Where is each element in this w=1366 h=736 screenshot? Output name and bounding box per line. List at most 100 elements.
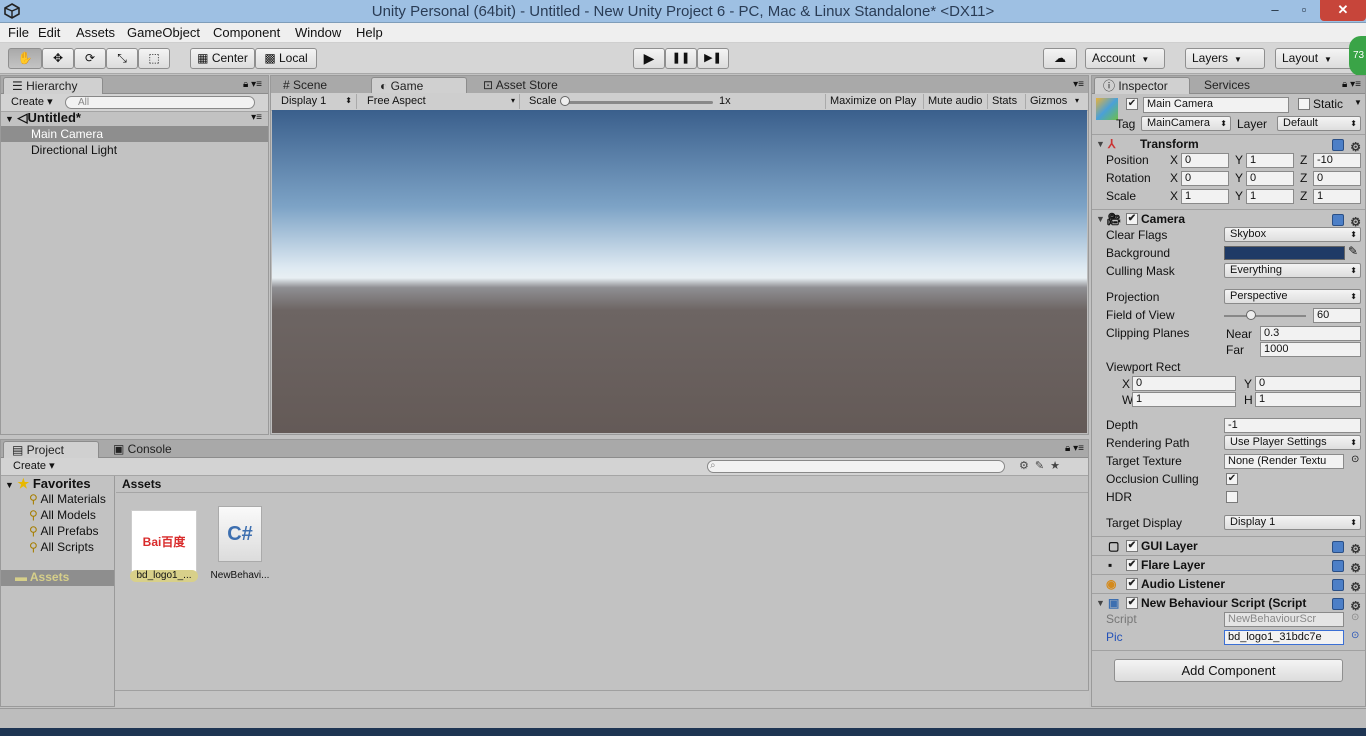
rendering-path-dropdown[interactable]: Use Player Settings <box>1224 435 1361 450</box>
asset-thumbnail-logo[interactable]: Bai百度 <box>131 510 197 574</box>
stats-toggle[interactable]: Stats <box>987 94 1021 109</box>
camera-enabled-checkbox[interactable]: ✔ <box>1126 213 1138 225</box>
scene-menu-icon[interactable]: ▾≡ <box>251 110 262 126</box>
lock-icon[interactable]: 🔒︎ ▾≡ <box>243 79 262 90</box>
far-field[interactable]: 1000 <box>1260 342 1361 357</box>
projection-dropdown[interactable]: Perspective <box>1224 289 1361 304</box>
move-tool-button[interactable]: ✥ <box>42 48 74 69</box>
script-enabled-checkbox[interactable]: ✔ <box>1126 597 1138 609</box>
filter-icons[interactable]: ⚙✎★ <box>1019 459 1066 472</box>
minimize-button[interactable]: – <box>1260 0 1290 21</box>
rotation-z-field[interactable]: 0 <box>1313 171 1361 186</box>
maximize-on-play-toggle[interactable]: Maximize on Play <box>825 94 920 109</box>
viewport-h-field[interactable]: 1 <box>1255 392 1361 407</box>
flare-layer-checkbox[interactable]: ✔ <box>1126 559 1138 571</box>
transform-header[interactable]: ▼ ⅄ Transform ⚙ <box>1092 134 1365 154</box>
hand-tool-button[interactable]: ✋ <box>8 48 42 69</box>
gizmos-dropdown[interactable]: Gizmos ▾ <box>1025 94 1081 109</box>
help-icon[interactable] <box>1332 579 1345 591</box>
tab-services[interactable]: Services <box>1196 77 1266 94</box>
pause-button[interactable]: ❚❚ <box>665 48 697 69</box>
menu-gameobject[interactable]: GameObject <box>127 25 200 40</box>
tab-inspector[interactable]: ⓘ Inspector <box>1094 77 1190 94</box>
static-checkbox[interactable] <box>1298 98 1310 110</box>
csharp-script-icon[interactable]: C# <box>218 506 262 562</box>
tab-scene[interactable]: # Scene <box>275 77 363 94</box>
object-name-field[interactable]: Main Camera <box>1143 97 1289 113</box>
rotate-tool-button[interactable]: ⟳ <box>74 48 106 69</box>
scale-slider[interactable] <box>563 101 713 104</box>
panel-menu-icon[interactable]: ▾≡ <box>1073 79 1084 90</box>
object-picker-icon[interactable]: ⊙ <box>1351 454 1359 465</box>
near-field[interactable]: 0.3 <box>1260 326 1361 341</box>
rotation-x-field[interactable]: 0 <box>1181 171 1229 186</box>
pic-field[interactable]: bd_logo1_31bdc7e <box>1224 630 1344 645</box>
background-color-field[interactable] <box>1224 246 1345 260</box>
fov-slider-thumb[interactable] <box>1246 310 1257 320</box>
eyedropper-icon[interactable]: ✎ <box>1348 244 1358 258</box>
viewport-x-field[interactable]: 0 <box>1132 376 1236 391</box>
aspect-dropdown[interactable]: Free Aspect ▾ <box>363 94 520 109</box>
rotation-y-field[interactable]: 0 <box>1246 171 1294 186</box>
culling-mask-dropdown[interactable]: Everything <box>1224 263 1361 278</box>
hierarchy-item-directional-light[interactable]: Directional Light <box>1 142 268 158</box>
clear-flags-dropdown[interactable]: Skybox <box>1224 227 1361 242</box>
object-picker-icon[interactable]: ⊙ <box>1351 630 1359 641</box>
audio-listener-checkbox[interactable]: ✔ <box>1126 578 1138 590</box>
scene-header[interactable]: ▼ ◁Untitled* ▾≡ <box>1 110 268 126</box>
target-display-dropdown[interactable]: Display 1 <box>1224 515 1361 530</box>
script-component-header[interactable]: ▼ ▣ ✔ New Behaviour Script (Script ⚙ <box>1092 593 1365 617</box>
maximize-button[interactable]: ▫ <box>1290 0 1318 21</box>
scale-x-field[interactable]: 1 <box>1181 189 1229 204</box>
help-icon[interactable] <box>1332 139 1345 151</box>
hierarchy-item-main-camera[interactable]: Main Camera <box>1 126 268 142</box>
scale-slider-thumb[interactable] <box>560 96 570 106</box>
close-button[interactable]: ✕ <box>1320 0 1366 21</box>
position-x-field[interactable]: 0 <box>1181 153 1229 168</box>
tab-asset-store[interactable]: ⊡ Asset Store <box>475 77 585 94</box>
favorites-header[interactable]: ▼ ★ Favorites <box>5 476 91 492</box>
game-viewport[interactable] <box>272 110 1087 433</box>
layout-dropdown[interactable]: Layout ▼ <box>1275 48 1355 69</box>
gui-layer-header[interactable]: ▢ ✔ GUI Layer ⚙ <box>1092 536 1365 556</box>
create-dropdown[interactable]: Create ▾ <box>7 95 57 110</box>
layer-dropdown[interactable]: Default <box>1277 116 1361 131</box>
favorite-all-models[interactable]: ⚲ All Models <box>29 508 96 522</box>
menu-assets[interactable]: Assets <box>76 25 115 40</box>
lock-icon[interactable]: 🔒︎ ▾≡ <box>1342 79 1361 90</box>
menu-file[interactable]: File <box>8 25 29 40</box>
tab-hierarchy[interactable]: ☰ Hierarchy <box>3 77 103 94</box>
occlusion-culling-checkbox[interactable]: ✔ <box>1226 473 1238 485</box>
menu-help[interactable]: Help <box>356 25 383 40</box>
favorite-all-scripts[interactable]: ⚲ All Scripts <box>29 540 94 554</box>
hierarchy-search[interactable]: All <box>65 96 255 109</box>
tab-project[interactable]: ▤ Project <box>3 441 99 458</box>
help-icon[interactable] <box>1332 541 1345 553</box>
pivot-local-button[interactable]: ▩ Local <box>255 48 317 69</box>
assets-breadcrumb[interactable]: Assets <box>116 476 1088 493</box>
favorite-all-prefabs[interactable]: ⚲ All Prefabs <box>29 524 99 538</box>
assets-folder-item[interactable]: ▬ Assets <box>1 570 114 586</box>
create-dropdown[interactable]: Create ▾ <box>9 459 59 474</box>
tag-dropdown[interactable]: MainCamera <box>1141 116 1231 131</box>
audio-listener-header[interactable]: ◉ ✔ Audio Listener ⚙ <box>1092 574 1365 594</box>
menu-component[interactable]: Component <box>213 25 280 40</box>
active-checkbox[interactable]: ✔ <box>1126 98 1138 110</box>
project-search[interactable]: ⌕ <box>707 460 1005 473</box>
tab-game[interactable]: ◐ Game <box>371 77 467 94</box>
help-icon[interactable] <box>1332 214 1345 226</box>
fov-field[interactable]: 60 <box>1313 308 1361 323</box>
scale-y-field[interactable]: 1 <box>1246 189 1294 204</box>
position-y-field[interactable]: 1 <box>1246 153 1294 168</box>
step-button[interactable]: ▶❚ <box>697 48 729 69</box>
help-icon[interactable] <box>1332 598 1345 610</box>
fov-slider[interactable] <box>1224 315 1306 317</box>
depth-field[interactable]: -1 <box>1224 418 1361 433</box>
menu-window[interactable]: Window <box>295 25 341 40</box>
display-dropdown[interactable]: Display 1 ⬍ <box>277 94 357 109</box>
add-component-button[interactable]: Add Component <box>1114 659 1343 682</box>
account-dropdown[interactable]: Account ▼ <box>1085 48 1165 69</box>
menu-edit[interactable]: Edit <box>38 25 60 40</box>
layers-dropdown[interactable]: Layers ▼ <box>1185 48 1265 69</box>
viewport-y-field[interactable]: 0 <box>1255 376 1361 391</box>
